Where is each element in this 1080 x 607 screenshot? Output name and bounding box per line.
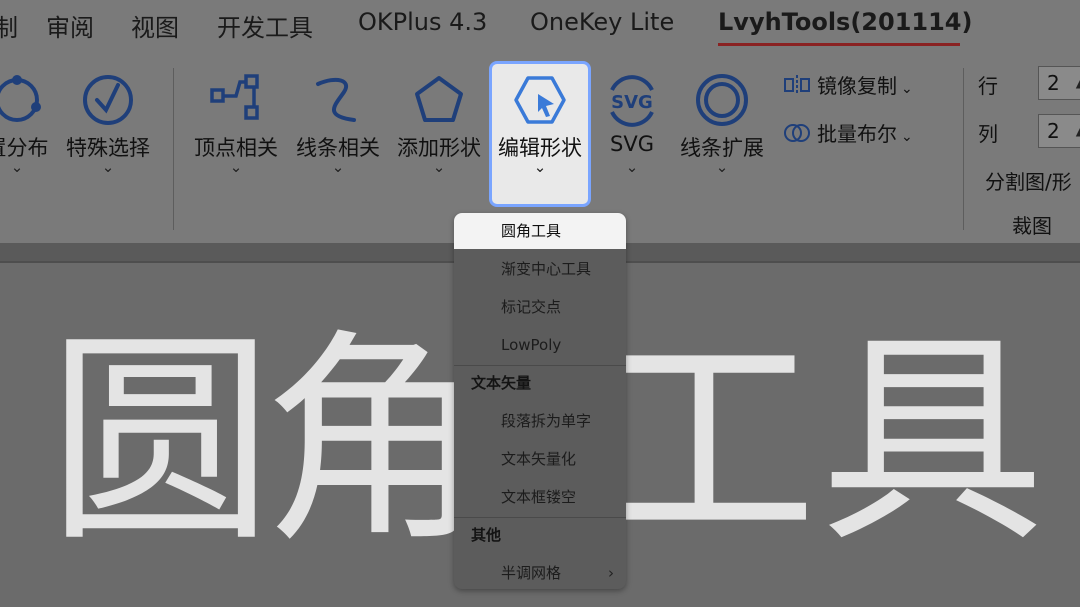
menu-item-split-paragraph[interactable]: 段落拆为单字 [454,403,626,439]
tab-lvyhtools[interactable]: LvyhTools(201114) [718,8,972,36]
tab-onekey-lite[interactable]: OneKey Lite [530,8,674,36]
line-extension-button[interactable]: 线条扩展 ⌄ [674,64,770,214]
edit-shape-dropdown-menu: 圆角工具 渐变中心工具 标记交点 LowPoly 文本矢量 段落拆为单字 文本矢… [454,213,626,589]
slide-title-char: 圆 [48,311,273,573]
active-tab-indicator [718,43,960,46]
curve-line-icon [308,70,368,134]
svg-button[interactable]: SVG SVG ⌄ [596,64,668,214]
double-circle-icon [692,70,752,134]
menu-item-textbox-hollow[interactable]: 文本框镂空 [454,479,626,515]
split-image-button[interactable]: 分割图/形 [985,166,1072,195]
tab-design[interactable]: 制 [0,8,18,43]
pentagon-icon [409,70,469,134]
chevron-down-icon: ⌄ [432,158,446,176]
distribute-button[interactable]: 置分布 ⌄ [0,64,56,214]
check-circle-icon [78,70,138,134]
row-label: 行 [978,74,998,98]
chevron-down-icon: ⌄ [229,158,243,176]
menu-item-vectorize-text[interactable]: 文本矢量化 [454,441,626,477]
group-separator [963,68,964,230]
mirror-copy-button[interactable]: 镜像复制 ⌄ [783,70,913,102]
group-separator [173,68,174,230]
ribbon-tab-bar: 制 审阅 视图 开发工具 OKPlus 4.3 OneKey Lite Lvyh… [0,0,1080,50]
halftone-grid-label: 半调网格 [501,564,562,582]
menu-item-rounded-corner-tool[interactable]: 圆角工具 [454,213,626,249]
svg-label: SVG [610,132,654,156]
menu-section-other: 其他 [471,526,502,544]
menu-item-halftone-grid[interactable]: 半调网格 › [454,555,626,589]
tab-review[interactable]: 审阅 [46,8,94,43]
vertex-button[interactable]: 顶点相关 ⌄ [188,64,284,214]
chevron-down-icon: ⌄ [10,158,24,176]
special-select-button[interactable]: 特殊选择 ⌄ [60,64,156,214]
menu-item-mark-intersections[interactable]: 标记交点 [454,289,626,325]
tab-developer[interactable]: 开发工具 [217,8,313,43]
mirror-icon [783,73,811,102]
slide-title-char: 具 [820,311,1045,573]
column-count-value: 2 [1047,119,1060,143]
tab-okplus[interactable]: OKPlus 4.3 [358,8,487,36]
boolean-icon [783,121,811,150]
edit-shape-icon [508,70,572,134]
crop-group-label: 裁图 [1012,214,1052,238]
tab-view[interactable]: 视图 [131,8,179,43]
batch-boolean-button[interactable]: 批量布尔 ⌄ [783,118,913,150]
chevron-down-icon: ⌄ [101,158,115,176]
distribute-icon [0,70,47,134]
spinner-arrow-icon[interactable]: ▲ [1076,115,1080,147]
chevron-down-icon: ⌄ [901,81,913,97]
chevron-down-icon: ⌄ [625,158,639,176]
svg-text:SVG: SVG [611,92,653,113]
row-count-input[interactable]: 2 ▲ [1038,66,1080,100]
menu-item-lowpoly[interactable]: LowPoly [454,327,626,363]
chevron-down-icon: ⌄ [533,158,547,176]
svg-icon: SVG [602,70,662,134]
menu-section-text-vector: 文本矢量 [471,374,532,392]
line-button[interactable]: 线条相关 ⌄ [290,64,386,214]
batch-boolean-label: 批量布尔 [817,122,897,146]
column-count-input[interactable]: 2 ▲ [1038,114,1080,148]
chevron-down-icon: ⌄ [901,129,913,145]
row-count-value: 2 [1047,71,1060,95]
chevron-down-icon: ⌄ [715,158,729,176]
chevron-down-icon: ⌄ [331,158,345,176]
vertex-icon [206,70,266,134]
menu-item-gradient-center-tool[interactable]: 渐变中心工具 [454,251,626,287]
mirror-copy-label: 镜像复制 [817,74,897,98]
column-label: 列 [978,122,998,146]
spinner-arrow-icon[interactable]: ▲ [1076,67,1080,99]
add-shape-button[interactable]: 添加形状 ⌄ [391,64,487,214]
submenu-arrow-icon: › [608,564,614,582]
edit-shape-button[interactable]: 编辑形状 ⌄ [491,64,589,214]
